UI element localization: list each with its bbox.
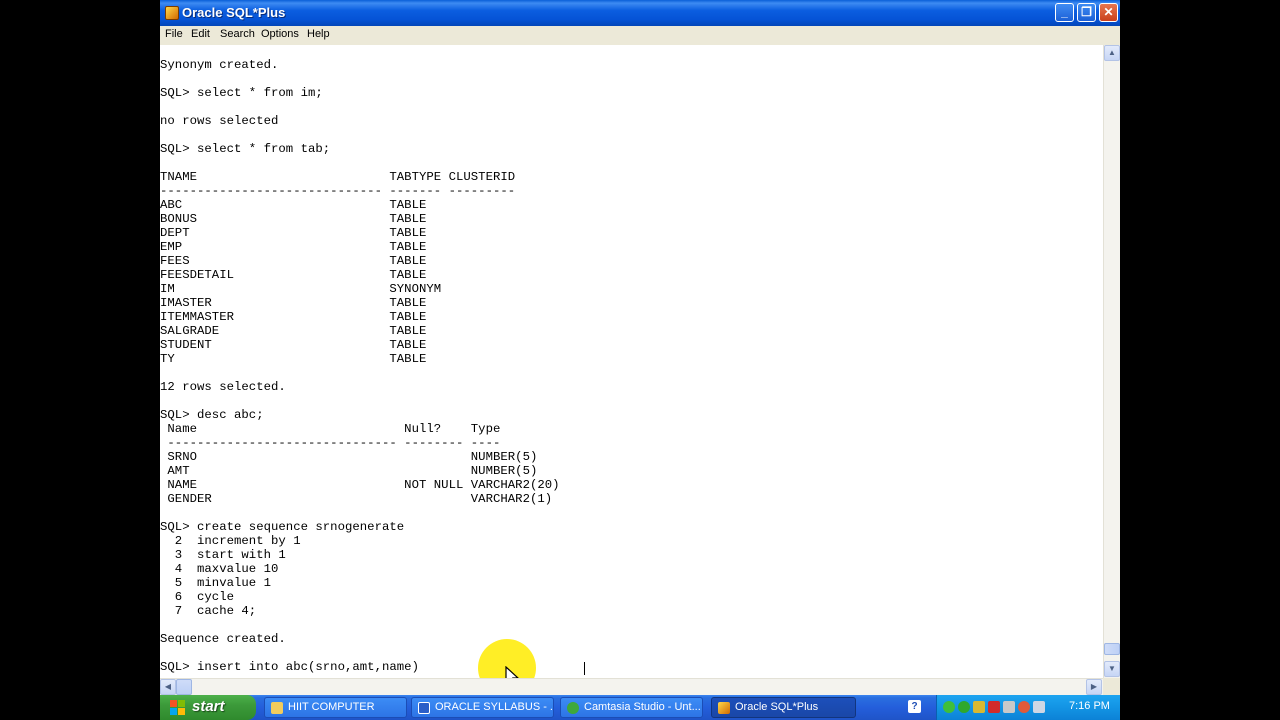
security-tray-icon[interactable] bbox=[1018, 701, 1030, 713]
horizontal-scroll-thumb[interactable] bbox=[176, 679, 192, 695]
scrollbar-corner bbox=[1103, 678, 1120, 695]
taskbar-item-label: Camtasia Studio - Unt... bbox=[584, 701, 701, 713]
menu-file[interactable]: File bbox=[165, 28, 183, 40]
menu-search[interactable]: Search bbox=[220, 28, 255, 40]
console-line: ------------------------------ ------- -… bbox=[160, 184, 516, 198]
maximize-button[interactable]: ❐ bbox=[1077, 3, 1096, 22]
console-output[interactable]: Synonym created. SQL> select * from im; … bbox=[160, 45, 1103, 678]
word-document-icon bbox=[418, 702, 430, 714]
console-line: SQL> insert into abc(srno,amt,name) bbox=[160, 660, 419, 674]
horizontal-scrollbar[interactable]: ◀ ▶ bbox=[160, 678, 1103, 695]
sqlplus-app-icon[interactable] bbox=[165, 6, 179, 20]
green-tray-icon[interactable] bbox=[943, 701, 955, 713]
console-line: NAME NOT NULL VARCHAR2(20) bbox=[160, 478, 560, 492]
console-line: SQL> desc abc; bbox=[160, 408, 264, 422]
console-line: GENDER VARCHAR2(1) bbox=[160, 492, 553, 506]
help-icon[interactable]: ? bbox=[908, 700, 921, 713]
close-button[interactable]: ✕ bbox=[1099, 3, 1118, 22]
console-line: SRNO NUMBER(5) bbox=[160, 450, 538, 464]
menu-edit[interactable]: Edit bbox=[191, 28, 210, 40]
camtasia-icon bbox=[567, 702, 579, 714]
folder-icon bbox=[271, 702, 283, 714]
system-tray: 7:16 PM bbox=[936, 695, 1120, 720]
vertical-scroll-thumb[interactable] bbox=[1104, 643, 1120, 655]
taskbar-item-label: Oracle SQL*Plus bbox=[735, 701, 819, 713]
scroll-down-arrow-icon[interactable]: ▼ bbox=[1104, 661, 1120, 677]
console-line: TY TABLE bbox=[160, 352, 427, 366]
console-line: DEPT TABLE bbox=[160, 226, 427, 240]
console-line: 4 maxvalue 10 bbox=[160, 562, 279, 576]
console-line: TNAME TABTYPE CLUSTERID bbox=[160, 170, 516, 184]
console-line: Name Null? Type bbox=[160, 422, 501, 436]
console-line: 6 cycle bbox=[160, 590, 234, 604]
console-line: SALGRADE TABLE bbox=[160, 324, 427, 338]
start-button[interactable]: start bbox=[160, 695, 256, 720]
console-line: FEESDETAIL TABLE bbox=[160, 268, 427, 282]
sqlplus-window: Oracle SQL*Plus _ ❐ ✕ File Edit Search O… bbox=[160, 0, 1120, 695]
volume-tray-icon[interactable] bbox=[1003, 701, 1015, 713]
console-line: ------------------------------- --------… bbox=[160, 436, 501, 450]
minimize-button[interactable]: _ bbox=[1055, 3, 1074, 22]
sqlplus-icon bbox=[718, 702, 730, 714]
windows-logo-icon bbox=[170, 700, 185, 715]
console-line: ABC TABLE bbox=[160, 198, 427, 212]
taskbar-item-hiit-computer[interactable]: HIIT COMPUTER bbox=[264, 697, 407, 718]
menu-help[interactable]: Help bbox=[307, 28, 330, 40]
console-line: FEES TABLE bbox=[160, 254, 427, 268]
text-caret bbox=[584, 662, 585, 675]
scroll-right-arrow-icon[interactable]: ▶ bbox=[1086, 679, 1102, 695]
console-line: no rows selected bbox=[160, 114, 279, 128]
scroll-up-arrow-icon[interactable]: ▲ bbox=[1104, 45, 1120, 61]
console-line: Sequence created. bbox=[160, 632, 286, 646]
red-tray-icon[interactable] bbox=[988, 701, 1000, 713]
console-line: AMT NUMBER(5) bbox=[160, 464, 538, 478]
console-line: SQL> select * from im; bbox=[160, 86, 323, 100]
console-line: IMASTER TABLE bbox=[160, 296, 427, 310]
menu-options[interactable]: Options bbox=[261, 28, 299, 40]
console-line: Synonym created. bbox=[160, 58, 279, 72]
console-line: IM SYNONYM bbox=[160, 282, 442, 296]
start-label: start bbox=[192, 698, 225, 715]
clock[interactable]: 7:16 PM bbox=[1069, 700, 1110, 712]
taskbar-item-label: ORACLE SYLLABUS - ... bbox=[435, 701, 554, 713]
console-line: STUDENT TABLE bbox=[160, 338, 427, 352]
console-line: BONUS TABLE bbox=[160, 212, 427, 226]
console-line: EMP TABLE bbox=[160, 240, 427, 254]
taskbar-item-camtasia[interactable]: Camtasia Studio - Unt... bbox=[560, 697, 703, 718]
console-line: 3 start with 1 bbox=[160, 548, 286, 562]
taskbar: start HIIT COMPUTER ORACLE SYLLABUS - ..… bbox=[160, 695, 1120, 720]
title-bar[interactable]: Oracle SQL*Plus _ ❐ ✕ bbox=[160, 0, 1120, 26]
taskbar-item-sqlplus[interactable]: Oracle SQL*Plus bbox=[711, 697, 856, 718]
console-line: 12 rows selected. bbox=[160, 380, 286, 394]
window-title: Oracle SQL*Plus bbox=[182, 5, 286, 20]
taskbar-item-label: HIIT COMPUTER bbox=[288, 701, 375, 713]
vertical-scrollbar[interactable]: ▲ ▼ bbox=[1103, 45, 1120, 678]
console-line: ITEMMASTER TABLE bbox=[160, 310, 427, 324]
console-line: 7 cache 4; bbox=[160, 604, 257, 618]
console-line: SQL> create sequence srnogenerate bbox=[160, 520, 405, 534]
battery-tray-icon[interactable] bbox=[973, 701, 985, 713]
taskbar-item-oracle-syllabus[interactable]: ORACLE SYLLABUS - ... bbox=[411, 697, 554, 718]
mouse-pointer-icon bbox=[505, 666, 519, 678]
console-line: 5 minvalue 1 bbox=[160, 576, 271, 590]
console-line: SQL> select * from tab; bbox=[160, 142, 331, 156]
menu-bar: File Edit Search Options Help bbox=[160, 26, 1120, 46]
pen-tray-icon[interactable] bbox=[1033, 701, 1045, 713]
scroll-left-arrow-icon[interactable]: ◀ bbox=[160, 679, 176, 695]
console-line: 2 increment by 1 bbox=[160, 534, 301, 548]
camtasia-tray-icon[interactable] bbox=[958, 701, 970, 713]
